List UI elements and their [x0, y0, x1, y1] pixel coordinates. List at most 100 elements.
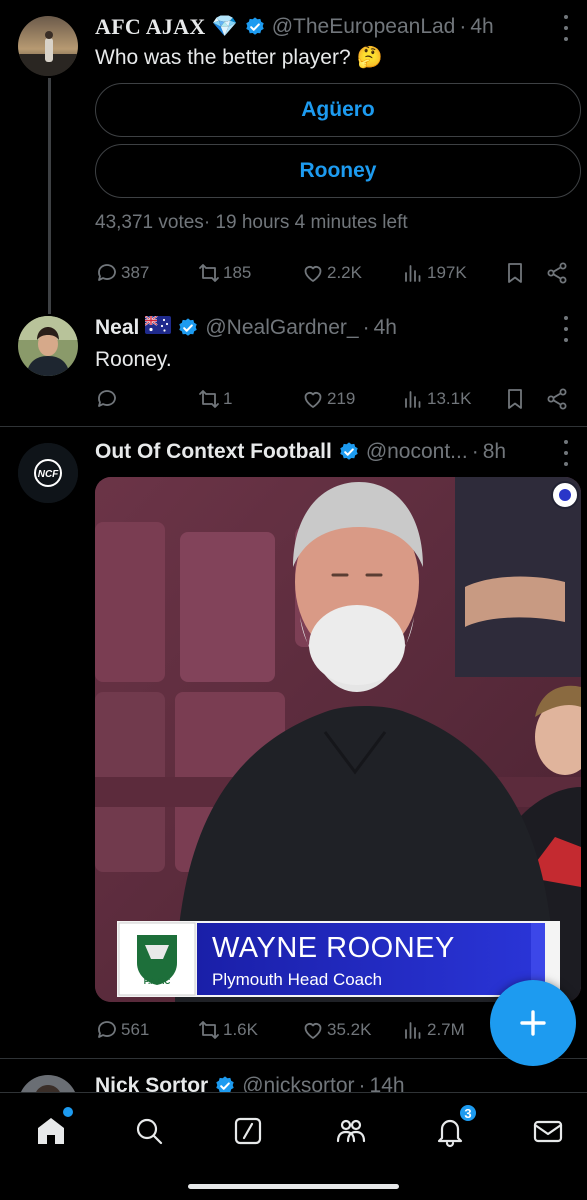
caption-name: WAYNE ROONEY: [212, 932, 455, 964]
compose-button[interactable]: [490, 980, 576, 1066]
nav-notifications[interactable]: 3: [430, 1103, 478, 1151]
heart-icon: [304, 392, 322, 408]
avatar-label: NCF: [38, 469, 59, 480]
reply-icon: [98, 264, 116, 281]
retweet-button[interactable]: 1.6K: [197, 1015, 258, 1045]
reply-button[interactable]: 561: [95, 1015, 149, 1045]
reply-button[interactable]: 387: [95, 258, 149, 288]
separator-dot: ·: [362, 316, 370, 339]
tweet-text: Rooney.: [95, 348, 172, 371]
poll-option-rooney[interactable]: Rooney: [95, 144, 581, 198]
poll-votes: 43,371 votes: [95, 212, 204, 233]
more-options-icon[interactable]: [563, 15, 569, 41]
retweet-count: 1: [223, 389, 233, 408]
views-button[interactable]: 2.7M: [401, 1015, 465, 1045]
tweet-header: Out Of Context Football @nocont... · 8h: [95, 437, 506, 467]
poll-option-aguero[interactable]: Agüero: [95, 83, 581, 137]
retweet-icon: [199, 390, 219, 408]
retweet-icon: [199, 264, 219, 282]
tweet-header: AFC AJAX 💎 @TheEuropeanLad · 4h: [95, 12, 494, 42]
search-icon: [136, 1118, 163, 1145]
heart-icon: [304, 266, 322, 282]
timestamp[interactable]: 4h: [374, 316, 397, 340]
tweet-image[interactable]: P.A.F.C WAYNE ROONEY Plymouth Head Coach: [95, 477, 581, 1002]
heart-icon: [304, 1023, 322, 1039]
tweet-header: Neal @NealGardner_ · 4h: [95, 313, 397, 343]
views-icon: [405, 1022, 421, 1039]
tweet-ajax[interactable]: AFC AJAX 💎 @TheEuropeanLad · 4h Who was …: [0, 0, 587, 300]
view-count: 13.1K: [427, 389, 472, 408]
diamond-emoji: 💎: [211, 15, 238, 38]
action-bar: 1 219 13.1K: [95, 384, 570, 414]
display-name[interactable]: Nick Sortor: [95, 1074, 208, 1092]
poll-meta: 43,371 votes· 19 hours 4 minutes left: [95, 212, 408, 234]
display-name[interactable]: AFC AJAX: [95, 14, 206, 40]
communities-icon: [336, 1119, 366, 1143]
tweet-nick-sortor[interactable]: Nick Sortor @nicksortor · 14h: [0, 1059, 587, 1092]
like-button[interactable]: 219: [301, 384, 355, 414]
share-icon: [547, 388, 567, 410]
timestamp[interactable]: 4h: [470, 15, 493, 39]
bookmark-button[interactable]: [503, 384, 527, 414]
nav-home[interactable]: [31, 1107, 73, 1151]
handle[interactable]: @NealGardner_: [205, 316, 358, 340]
bookmark-icon: [508, 389, 522, 409]
views-button[interactable]: 197K: [401, 258, 467, 288]
verified-badge-icon: [338, 441, 360, 463]
home-icon: [38, 1118, 64, 1144]
avatar[interactable]: [18, 16, 78, 76]
system-home-indicator: [188, 1184, 399, 1189]
verified-badge-icon: [244, 16, 266, 38]
retweet-count: 1.6K: [223, 1020, 258, 1039]
home-unread-dot: [63, 1107, 73, 1117]
handle[interactable]: @nocont...: [366, 440, 468, 464]
view-count: 2.7M: [427, 1020, 465, 1039]
share-button[interactable]: [545, 258, 569, 288]
tweet-neal[interactable]: Neal @NealGardner_ · 4h Rooney. 1 219 13…: [0, 300, 587, 426]
view-count: 197K: [427, 263, 467, 282]
timestamp[interactable]: 14h: [370, 1074, 405, 1092]
separator-dot: ·: [471, 440, 479, 463]
more-options-icon[interactable]: [563, 316, 569, 342]
reply-icon: [98, 390, 116, 407]
share-button[interactable]: [545, 384, 569, 414]
like-count: 219: [327, 389, 356, 408]
notifications-badge: 3: [458, 1103, 478, 1123]
nav-search[interactable]: [129, 1111, 169, 1151]
handle[interactable]: @nicksortor: [242, 1074, 354, 1092]
verified-badge-icon: [177, 317, 199, 339]
caption-role: Plymouth Head Coach: [212, 970, 382, 989]
mail-icon: [533, 1120, 563, 1143]
reply-count: 561: [121, 1020, 150, 1039]
nav-grok[interactable]: [228, 1111, 268, 1151]
australia-flag-icon: [144, 315, 172, 334]
bookmark-icon: [508, 263, 522, 283]
retweet-button[interactable]: 1: [197, 384, 232, 414]
bookmark-button[interactable]: [503, 258, 527, 288]
timestamp[interactable]: 8h: [483, 440, 506, 464]
poll-time-left: 19 hours 4 minutes left: [215, 212, 408, 233]
reply-button[interactable]: [95, 384, 121, 414]
like-button[interactable]: 35.2K: [301, 1015, 371, 1045]
avatar[interactable]: [18, 1075, 78, 1092]
like-count: 35.2K: [327, 1020, 372, 1039]
grok-icon: [234, 1117, 262, 1145]
display-name[interactable]: Neal: [95, 316, 139, 340]
handle[interactable]: @TheEuropeanLad: [272, 15, 456, 39]
views-icon: [405, 391, 421, 408]
nav-communities[interactable]: [331, 1111, 371, 1151]
views-button[interactable]: 13.1K: [401, 384, 471, 414]
display-name[interactable]: Out Of Context Football: [95, 440, 332, 464]
share-icon: [547, 262, 567, 284]
reply-icon: [98, 1021, 116, 1038]
like-count: 2.2K: [327, 263, 362, 282]
retweet-count: 185: [223, 263, 252, 282]
tweet-header: Nick Sortor @nicksortor · 14h: [95, 1071, 405, 1092]
avatar[interactable]: [18, 316, 78, 376]
views-icon: [405, 265, 421, 282]
retweet-button[interactable]: 185: [197, 258, 251, 288]
nav-messages[interactable]: [528, 1111, 568, 1151]
like-button[interactable]: 2.2K: [301, 258, 362, 288]
avatar[interactable]: NCF: [18, 443, 78, 503]
more-options-icon[interactable]: [563, 440, 569, 466]
